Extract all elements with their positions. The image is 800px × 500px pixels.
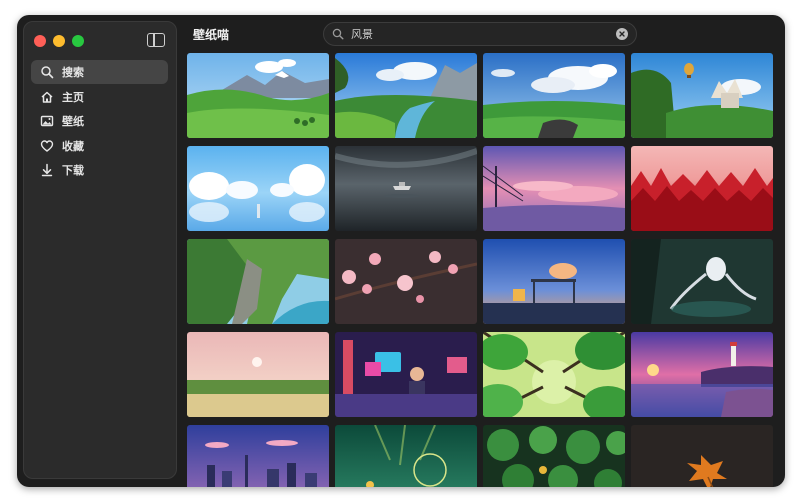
page-title: 壁纸喵 — [193, 28, 230, 42]
wallpaper-thumbnail[interactable] — [187, 146, 329, 231]
home-icon — [40, 90, 54, 104]
sidebar-item-search[interactable]: 搜索 — [31, 60, 168, 84]
wallpaper-thumbnail[interactable] — [631, 425, 773, 487]
search-bar[interactable] — [323, 22, 637, 46]
wallpaper-thumbnail[interactable] — [483, 425, 625, 487]
wallpaper-thumbnail[interactable] — [187, 425, 329, 487]
sidebar-item-label: 搜索 — [62, 66, 84, 79]
image-icon — [40, 114, 54, 128]
search-icon — [40, 65, 54, 79]
close-window-button[interactable] — [34, 35, 46, 47]
wallpaper-thumbnail[interactable] — [483, 146, 625, 231]
sidebar-nav: 搜索 主页 壁纸 收藏 下载 — [31, 60, 168, 183]
wallpaper-thumbnail[interactable] — [483, 53, 625, 138]
sidebar-item-label: 下载 — [62, 164, 84, 177]
sidebar-item-wallpaper[interactable]: 壁纸 — [31, 109, 168, 133]
wallpaper-thumbnail[interactable] — [187, 53, 329, 138]
sidebar-item-label: 主页 — [62, 90, 84, 104]
sidebar: 搜索 主页 壁纸 收藏 下载 — [23, 21, 177, 479]
wallpaper-thumbnail[interactable] — [335, 239, 477, 324]
sidebar-item-home[interactable]: 主页 — [31, 85, 168, 109]
download-icon — [40, 163, 54, 177]
sidebar-item-downloads[interactable]: 下载 — [31, 158, 168, 182]
wallpaper-thumbnail[interactable] — [335, 146, 477, 231]
sidebar-item-label: 收藏 — [62, 139, 84, 153]
heart-icon — [40, 139, 54, 153]
minimize-window-button[interactable] — [53, 35, 65, 47]
app-window: 搜索 主页 壁纸 收藏 下载 壁纸喵 风景 — [17, 15, 785, 487]
wallpaper-thumbnail[interactable] — [335, 425, 477, 487]
wallpaper-thumbnail[interactable] — [187, 332, 329, 417]
sidebar-item-favorites[interactable]: 收藏 — [31, 134, 168, 158]
sidebar-item-label: 壁纸 — [62, 115, 84, 128]
wallpaper-thumbnail[interactable] — [631, 239, 773, 324]
clear-search-icon[interactable] — [616, 28, 628, 40]
wallpaper-thumbnail[interactable] — [483, 239, 625, 324]
wallpaper-thumbnail[interactable] — [631, 53, 773, 138]
wallpaper-thumbnail[interactable] — [335, 53, 477, 138]
search-input[interactable] — [351, 27, 616, 41]
wallpaper-thumbnail[interactable] — [335, 332, 477, 417]
wallpaper-thumbnail[interactable] — [483, 332, 625, 417]
sidebar-toggle-icon[interactable] — [147, 33, 165, 47]
search-icon — [332, 28, 344, 40]
zoom-window-button[interactable] — [72, 35, 84, 47]
wallpaper-thumbnail[interactable] — [187, 239, 329, 324]
wallpaper-thumbnail[interactable] — [631, 332, 773, 417]
wallpaper-grid — [187, 53, 775, 487]
wallpaper-thumbnail[interactable] — [631, 146, 773, 231]
